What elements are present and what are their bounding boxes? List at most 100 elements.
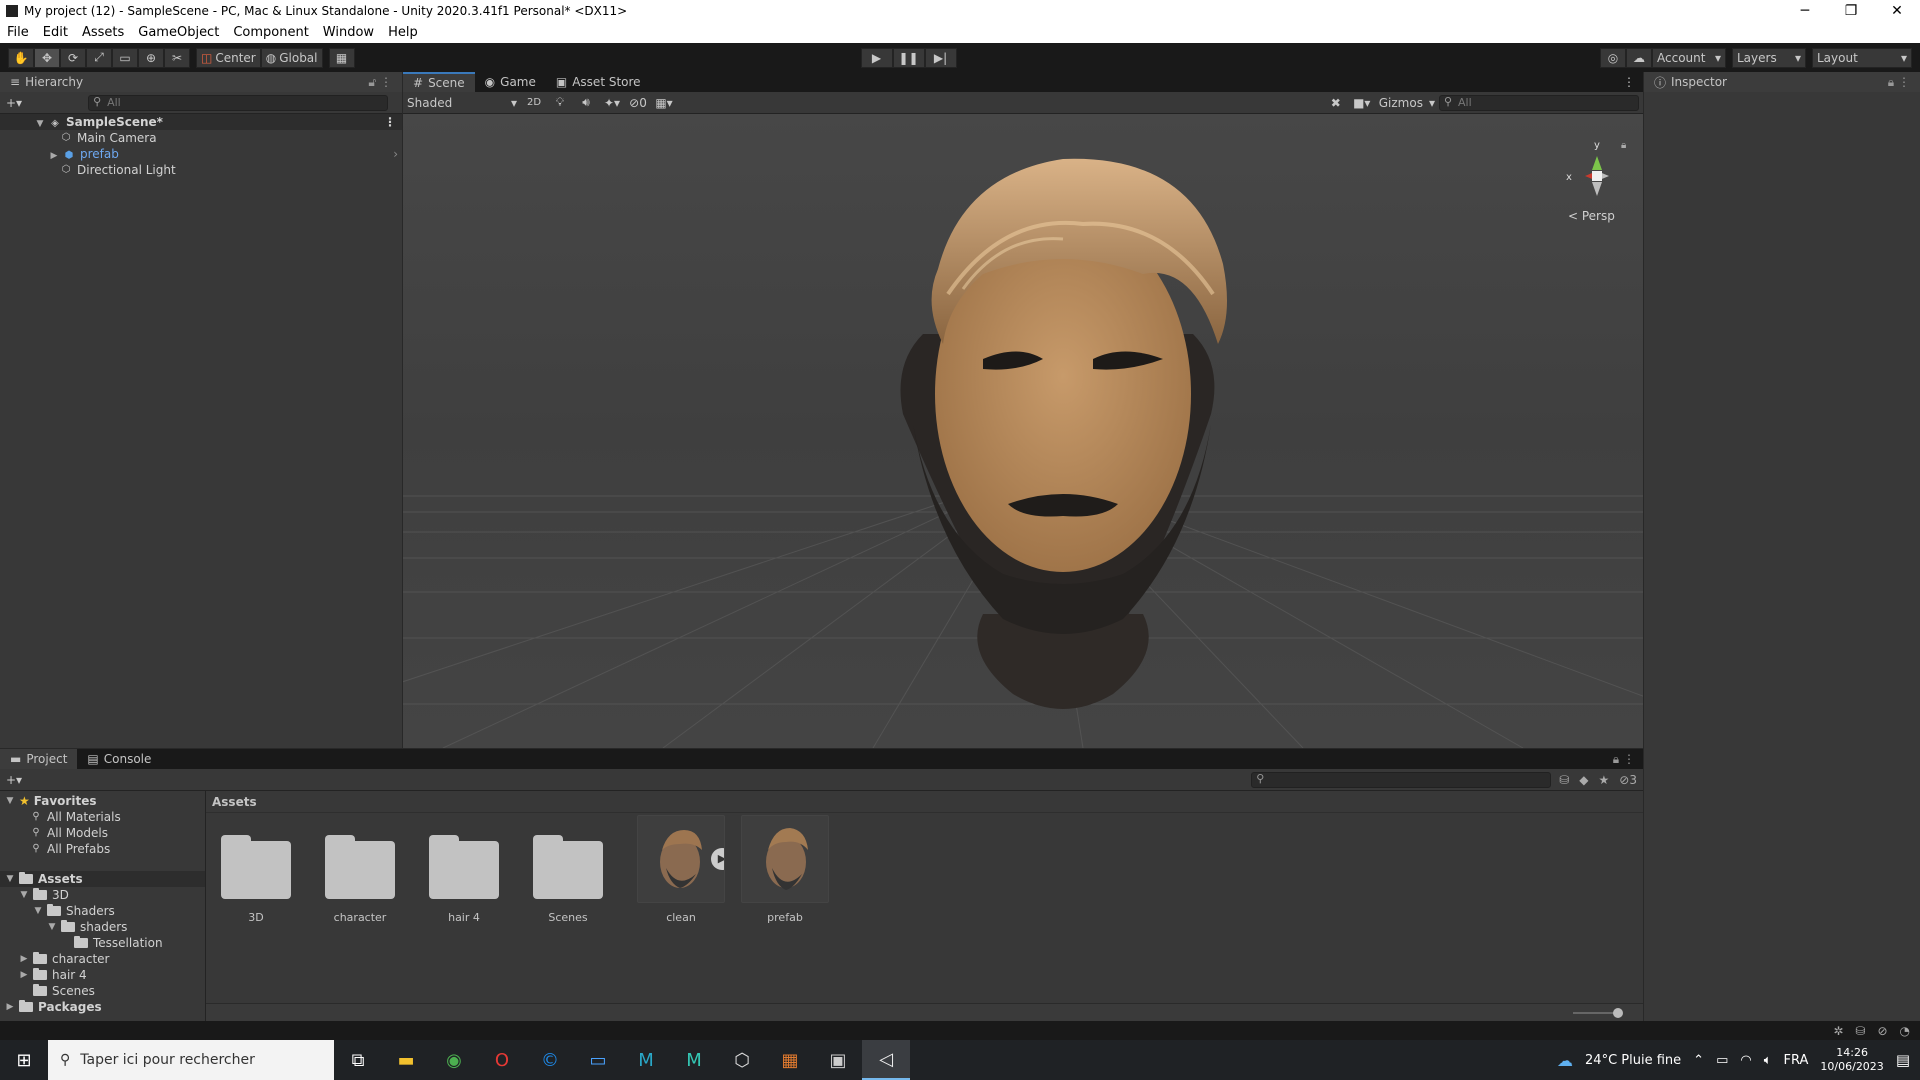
favorite-all-prefabs[interactable]: ⚲ All Prefabs: [0, 841, 205, 857]
project-search-input[interactable]: [1251, 771, 1552, 788]
asset-folder-hair-4[interactable]: hair 4: [419, 827, 509, 924]
tree-shaders[interactable]: ▼ Shaders: [0, 903, 205, 919]
wifi-icon[interactable]: ◠: [1740, 1053, 1751, 1068]
filter-label-icon[interactable]: ◆: [1579, 773, 1588, 787]
step-button[interactable]: ▶|: [924, 47, 957, 68]
opera-icon[interactable]: O: [478, 1040, 526, 1080]
move-tool-icon[interactable]: ✥: [34, 47, 60, 68]
rect-tool-icon[interactable]: ▭: [112, 47, 138, 68]
chrome-icon[interactable]: ◉: [430, 1040, 478, 1080]
lighting-icon[interactable]: 💡︎: [547, 92, 573, 113]
tab-game[interactable]: ◉ Game: [475, 72, 546, 92]
create-dropdown[interactable]: +▾: [6, 96, 22, 110]
lock-icon[interactable]: 🔓︎ ⋮: [368, 75, 392, 90]
language-indicator[interactable]: FRA: [1784, 1053, 1809, 1068]
play-button[interactable]: ▶: [860, 47, 893, 68]
unity-hub-icon[interactable]: ⬡: [718, 1040, 766, 1080]
layout-dropdown[interactable]: Layout ▾: [1812, 47, 1912, 68]
asset-folder-scenes[interactable]: Scenes: [523, 827, 613, 924]
hidden-packages-toggle[interactable]: ⊘3: [1619, 773, 1637, 787]
scene-row[interactable]: ▼ ◈ SampleScene* ⋮: [0, 114, 402, 130]
asset-folder-3d[interactable]: 3D: [211, 827, 301, 924]
tree-hair-4[interactable]: ▶ hair 4: [0, 967, 205, 983]
draw-mode-dropdown[interactable]: Shaded ▾: [403, 92, 521, 113]
menu-file[interactable]: File: [0, 25, 36, 40]
chevron-right-icon[interactable]: ›: [393, 147, 398, 161]
favorites-header[interactable]: ▼ ★ Favorites: [0, 793, 205, 809]
tree-3d[interactable]: ▼ 3D: [0, 887, 205, 903]
scene-search-input[interactable]: All: [1439, 94, 1639, 111]
hidden-objects-toggle[interactable]: ⊘ 0: [625, 92, 651, 113]
asset-folder-character[interactable]: character: [315, 827, 405, 924]
favorite-all-materials[interactable]: ⚲ All Materials: [0, 809, 205, 825]
auto-generate-icon[interactable]: ⊘: [1877, 1024, 1887, 1038]
task-view-icon[interactable]: ⧉: [334, 1040, 382, 1080]
maya-lt-icon[interactable]: M: [670, 1040, 718, 1080]
clock[interactable]: 14:26 10/06/2023: [1820, 1046, 1883, 1074]
hierarchy-item-prefab[interactable]: ▶ ⬢ prefab ›: [0, 146, 402, 162]
windows-start-icon[interactable]: ⊞: [0, 1040, 48, 1080]
hierarchy-item-main-camera[interactable]: ⬡ Main Camera: [0, 130, 402, 146]
ccleaner-icon[interactable]: ©: [526, 1040, 574, 1080]
hand-tool-icon[interactable]: ✋: [8, 47, 34, 68]
lock-icon[interactable]: 🔒︎ ⋮: [1888, 75, 1910, 90]
tab-inspector[interactable]: ⓘ Inspector 🔒︎ ⋮: [1644, 72, 1920, 92]
cloud-icon[interactable]: ☁: [1626, 47, 1652, 68]
chevron-up-icon[interactable]: ⌃: [1693, 1053, 1704, 1068]
pause-button[interactable]: ❚❚: [892, 47, 925, 68]
maya-icon[interactable]: M: [622, 1040, 670, 1080]
collab-icon[interactable]: ◎: [1600, 47, 1626, 68]
scene-viewport[interactable]: x y < Persp 🔒︎: [403, 114, 1643, 748]
asset-prefab[interactable]: prefab: [740, 815, 830, 924]
minimize-button[interactable]: ─: [1782, 3, 1828, 19]
menu-window[interactable]: Window: [316, 25, 381, 40]
tab-asset-store[interactable]: ▣ Asset Store: [546, 72, 651, 92]
cache-icon[interactable]: ⛁: [1855, 1024, 1865, 1038]
close-button[interactable]: ✕: [1874, 3, 1920, 19]
menu-assets[interactable]: Assets: [75, 25, 131, 40]
custom-tool-icon[interactable]: ✂: [164, 47, 190, 68]
camera-icon[interactable]: ■▾: [1348, 92, 1375, 113]
mail-icon[interactable]: ▭: [574, 1040, 622, 1080]
menu-edit[interactable]: Edit: [36, 25, 75, 40]
hierarchy-search-input[interactable]: All: [88, 94, 389, 111]
tab-console[interactable]: ▤ Console: [77, 749, 161, 769]
account-dropdown[interactable]: Account ▾: [1652, 47, 1726, 68]
volume-icon[interactable]: 🔈︎: [1764, 1053, 1772, 1068]
asset-model-clean[interactable]: ▶ clean: [636, 815, 726, 924]
breadcrumb[interactable]: Assets: [206, 791, 1643, 813]
tree-scenes[interactable]: Scenes: [0, 983, 205, 999]
unity-editor-icon[interactable]: ◁: [862, 1040, 910, 1080]
notification-center-icon[interactable]: ▤: [1896, 1051, 1910, 1069]
notification-icon[interactable]: ◔: [1900, 1024, 1910, 1038]
create-dropdown[interactable]: +▾: [6, 773, 22, 787]
menu-component[interactable]: Component: [226, 25, 315, 40]
transform-tool-icon[interactable]: ⊕: [138, 47, 164, 68]
hierarchy-item-directional-light[interactable]: ⬡ Directional Light: [0, 162, 402, 178]
chevron-right-icon[interactable]: ▶: [48, 150, 60, 162]
tab-scene[interactable]: # Scene: [403, 72, 475, 92]
tree-packages[interactable]: ▶ Packages: [0, 999, 205, 1015]
scale-tool-icon[interactable]: ⤢: [86, 47, 112, 68]
snipping-icon[interactable]: ▣: [814, 1040, 862, 1080]
file-explorer-icon[interactable]: ▬: [382, 1040, 430, 1080]
grid-snap-icon[interactable]: ▦: [328, 47, 355, 68]
effects-icon[interactable]: ✦▾: [599, 92, 625, 113]
menu-gameobject[interactable]: GameObject: [131, 25, 226, 40]
rotate-tool-icon[interactable]: ⟳: [60, 47, 86, 68]
favorite-all-models[interactable]: ⚲ All Models: [0, 825, 205, 841]
weather-text[interactable]: 24°C Pluie fine: [1585, 1053, 1681, 1068]
tab-project[interactable]: ▬ Project: [0, 749, 78, 769]
tree-character[interactable]: ▶ character: [0, 951, 205, 967]
tree-tessellation[interactable]: Tessellation: [0, 935, 205, 951]
taskbar-search[interactable]: ⚲ Taper ici pour rechercher: [48, 1040, 334, 1080]
space-global-button[interactable]: ◍ Global: [260, 47, 323, 68]
restore-button[interactable]: ❐: [1828, 3, 1874, 19]
bug-icon[interactable]: ✲: [1833, 1024, 1843, 1038]
more-icon[interactable]: ⋮: [1623, 75, 1635, 89]
tools-icon[interactable]: ✖: [1322, 92, 1349, 113]
battery-icon[interactable]: ▭: [1716, 1053, 1728, 1068]
winrar-icon[interactable]: ▦: [766, 1040, 814, 1080]
pivot-center-button[interactable]: ◫ Center: [196, 47, 261, 68]
gizmos-dropdown[interactable]: Gizmos ▾: [1374, 92, 1439, 113]
